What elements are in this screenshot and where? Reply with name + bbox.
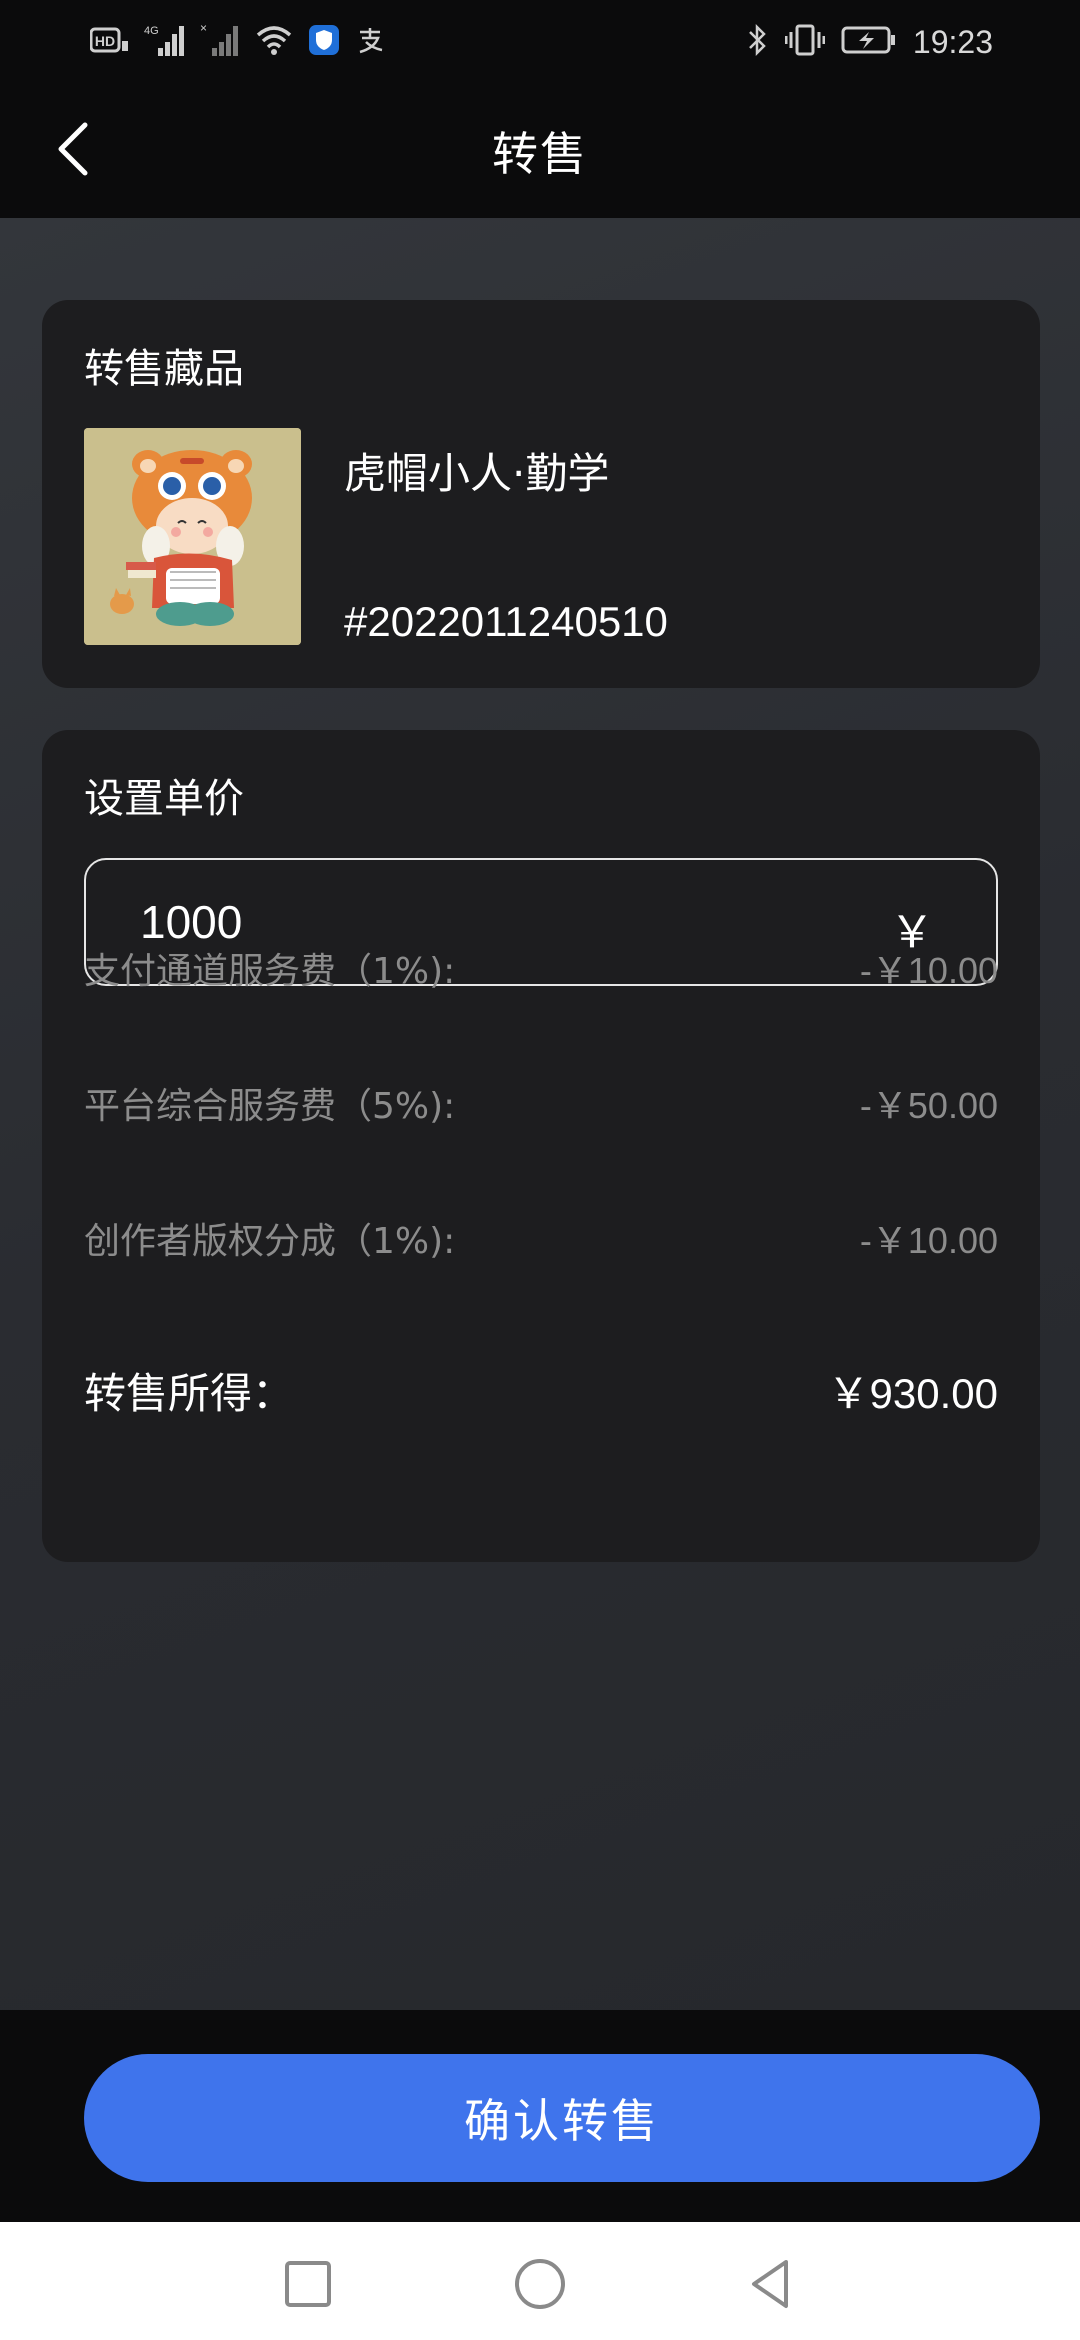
confirm-resale-button[interactable]: 确认转售 [84, 2054, 1040, 2182]
fee-value: -￥10.00 [859, 1220, 998, 1261]
svg-text:4G: 4G [144, 25, 159, 37]
svg-text:HD: HD [95, 33, 115, 49]
income-label: 转售所得： [84, 1369, 295, 1418]
fee-value: -￥10.00 [859, 950, 998, 991]
income-value: ￥930.00 [827, 1370, 998, 1417]
item-card-title: 转售藏品 [84, 346, 244, 392]
fee-label: 支付通道服务费（1%): [84, 951, 456, 992]
nav-bar: 转售 [0, 84, 1080, 218]
fee-label: 平台综合服务费（5%): [84, 1086, 456, 1127]
price-card-title: 设置单价 [84, 776, 244, 822]
income-row: 转售所得： ￥930.00 [84, 1360, 998, 1420]
signal-x-icon: × [200, 21, 240, 62]
hd-icon: HD [89, 25, 130, 59]
status-left-icons: HD 4G × [89, 20, 386, 64]
system-back-button[interactable] [740, 2254, 800, 2314]
vibrate-icon [784, 23, 826, 61]
home-button[interactable] [510, 2254, 570, 2314]
signal-4g-icon: 4G [144, 22, 186, 62]
bottom-action-bar: 确认转售 [0, 2010, 1080, 2222]
alipay-icon [354, 24, 386, 60]
fee-row-payment: 支付通道服务费（1%): -￥10.00 [84, 942, 998, 1002]
bluetooth-icon [747, 23, 769, 61]
item-id: #2022011240510 [344, 598, 668, 645]
shield-app-icon [308, 24, 340, 60]
item-name: 虎帽小人·勤学 [344, 449, 610, 498]
page-title: 转售 [492, 127, 588, 181]
status-time: 19:23 [912, 23, 993, 60]
fee-value: -￥50.00 [859, 1085, 998, 1126]
battery-charging-icon [841, 25, 897, 59]
fee-row-creator: 创作者版权分成（1%): -￥10.00 [84, 1212, 998, 1272]
fee-row-platform: 平台综合服务费（5%): -￥50.00 [84, 1077, 998, 1137]
home-circle-icon [515, 2259, 565, 2309]
status-bar: HD 4G × 19:23 [0, 0, 1080, 84]
status-right-icons: 19:23 [747, 20, 993, 64]
main-content: 转售藏品 虎帽小人·勤学 #2022011240510 设置单价 1000 ￥ … [0, 218, 1080, 2010]
back-triangle-icon [752, 2260, 788, 2308]
tiger-hat-figure-image [84, 428, 301, 645]
recents-square-icon [285, 2261, 331, 2307]
svg-text:×: × [200, 22, 207, 35]
price-card: 设置单价 ￥ 支付通道服务费（1%): -￥10.00 平台综合服务费（5%):… [42, 730, 1040, 1562]
item-thumbnail[interactable] [84, 428, 301, 645]
wifi-icon [254, 23, 294, 61]
item-card: 转售藏品 虎帽小人·勤学 #2022011240510 [42, 300, 1040, 688]
recents-button[interactable] [278, 2254, 338, 2314]
system-navigation-bar [0, 2222, 1080, 2340]
fee-label: 创作者版权分成（1%): [84, 1221, 456, 1262]
